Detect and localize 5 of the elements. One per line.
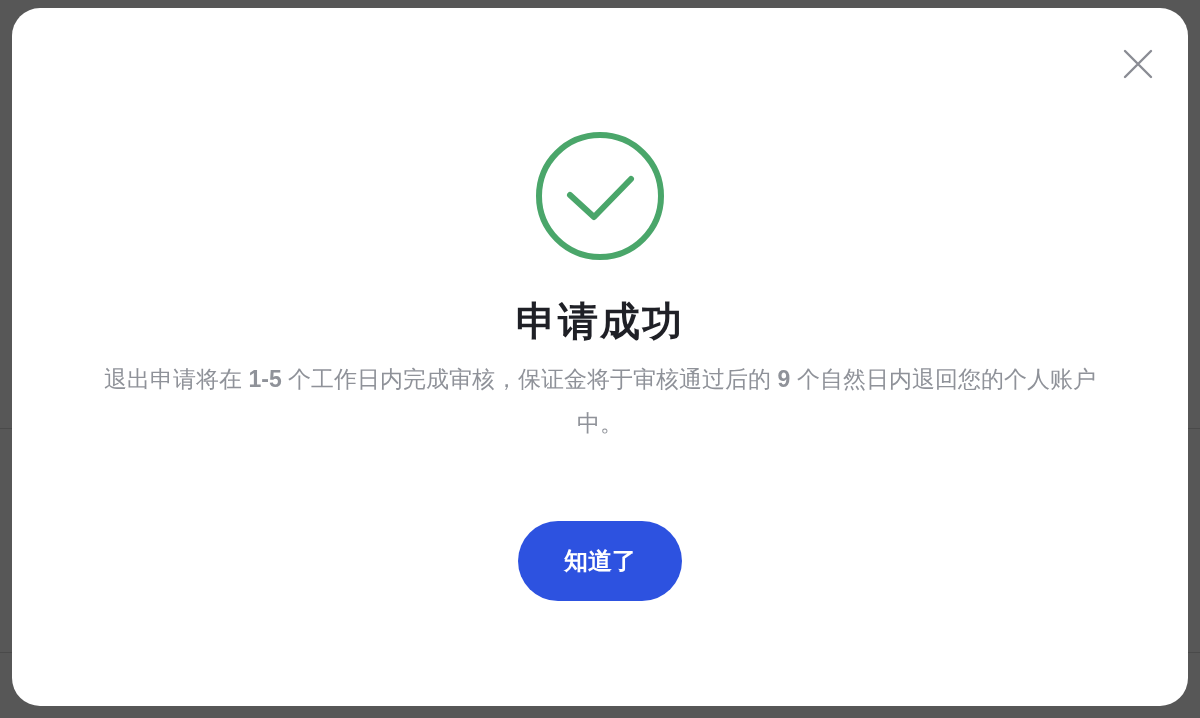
close-icon[interactable] <box>1122 48 1154 80</box>
dialog-message: 退出申请将在 1-5 个工作日内完成审核，保证金将于审核通过后的 9 个自然日内退回您的个人账户中。 <box>103 365 1097 438</box>
confirm-button[interactable]: 知道了 <box>518 521 682 601</box>
dialog-title: 申请成功 <box>516 298 684 345</box>
check-circle-icon <box>535 131 665 261</box>
